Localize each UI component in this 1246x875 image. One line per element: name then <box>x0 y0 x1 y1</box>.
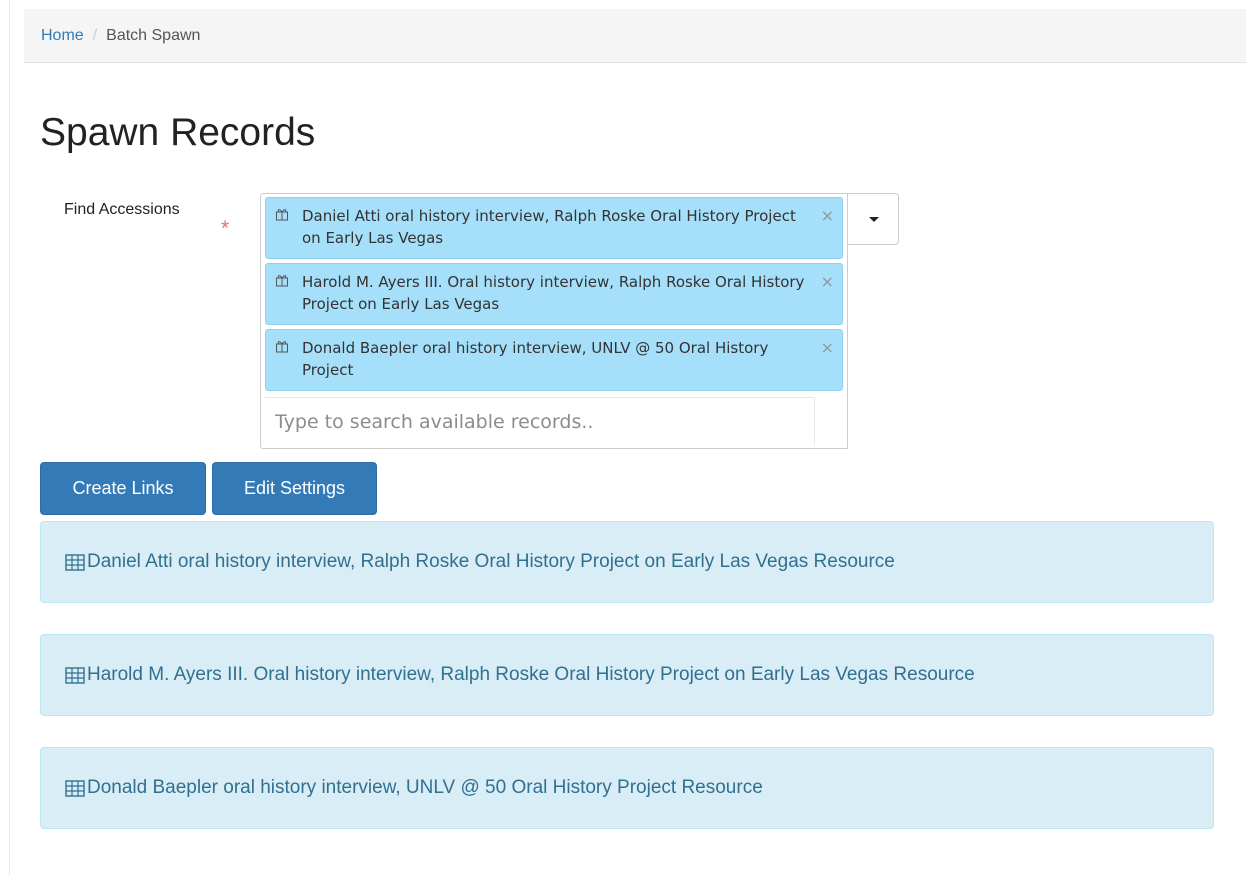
breadcrumb-separator: / <box>92 26 98 44</box>
accession-gift-icon <box>276 209 288 221</box>
page-title: Spawn Records <box>40 111 316 154</box>
required-marker: * <box>221 217 230 240</box>
remove-token-button[interactable]: × <box>821 337 834 359</box>
accession-token: Daniel Atti oral history interview, Ralp… <box>265 197 843 259</box>
accession-token: Donald Baepler oral history interview, U… <box>265 329 843 391</box>
edit-settings-button[interactable]: Edit Settings <box>212 462 377 515</box>
breadcrumb-current: Batch Spawn <box>106 26 201 44</box>
create-links-button[interactable]: Create Links <box>40 462 206 515</box>
result-item: Harold M. Ayers III. Oral history interv… <box>40 634 1214 716</box>
breadcrumb-home-link[interactable]: Home <box>41 27 84 45</box>
table-icon <box>65 666 85 684</box>
accession-token-label: Daniel Atti oral history interview, Ralp… <box>302 207 796 247</box>
breadcrumb: Home / Batch Spawn <box>24 9 1246 63</box>
remove-token-button[interactable]: × <box>821 271 834 293</box>
result-link-label: Donald Baepler oral history interview, U… <box>87 777 763 798</box>
remove-token-button[interactable]: × <box>821 205 834 227</box>
accession-gift-icon <box>276 275 288 287</box>
accession-token-label: Donald Baepler oral history interview, U… <box>302 339 769 379</box>
find-accessions-label: Find Accessions <box>64 201 180 218</box>
accession-token-label: Harold M. Ayers III. Oral history interv… <box>302 273 805 313</box>
accession-gift-icon <box>276 341 288 353</box>
dropdown-toggle-button[interactable] <box>848 193 899 245</box>
accession-token-input[interactable]: Daniel Atti oral history interview, Ralp… <box>260 193 848 449</box>
page: Home / Batch Spawn Spawn Records Find Ac… <box>0 0 1246 875</box>
left-edge-divider <box>0 0 10 875</box>
result-link-label: Harold M. Ayers III. Oral history interv… <box>87 664 975 685</box>
result-link[interactable]: Daniel Atti oral history interview, Ralp… <box>65 551 895 573</box>
accession-token: Harold M. Ayers III. Oral history interv… <box>265 263 843 325</box>
result-link[interactable]: Harold M. Ayers III. Oral history interv… <box>65 664 975 686</box>
search-records-input[interactable] <box>265 397 815 445</box>
result-item: Donald Baepler oral history interview, U… <box>40 747 1214 829</box>
table-icon <box>65 779 85 797</box>
result-link[interactable]: Donald Baepler oral history interview, U… <box>65 777 763 799</box>
caret-down-icon <box>869 217 879 222</box>
result-item: Daniel Atti oral history interview, Ralp… <box>40 521 1214 603</box>
table-icon <box>65 553 85 571</box>
result-link-label: Daniel Atti oral history interview, Ralp… <box>87 551 895 572</box>
